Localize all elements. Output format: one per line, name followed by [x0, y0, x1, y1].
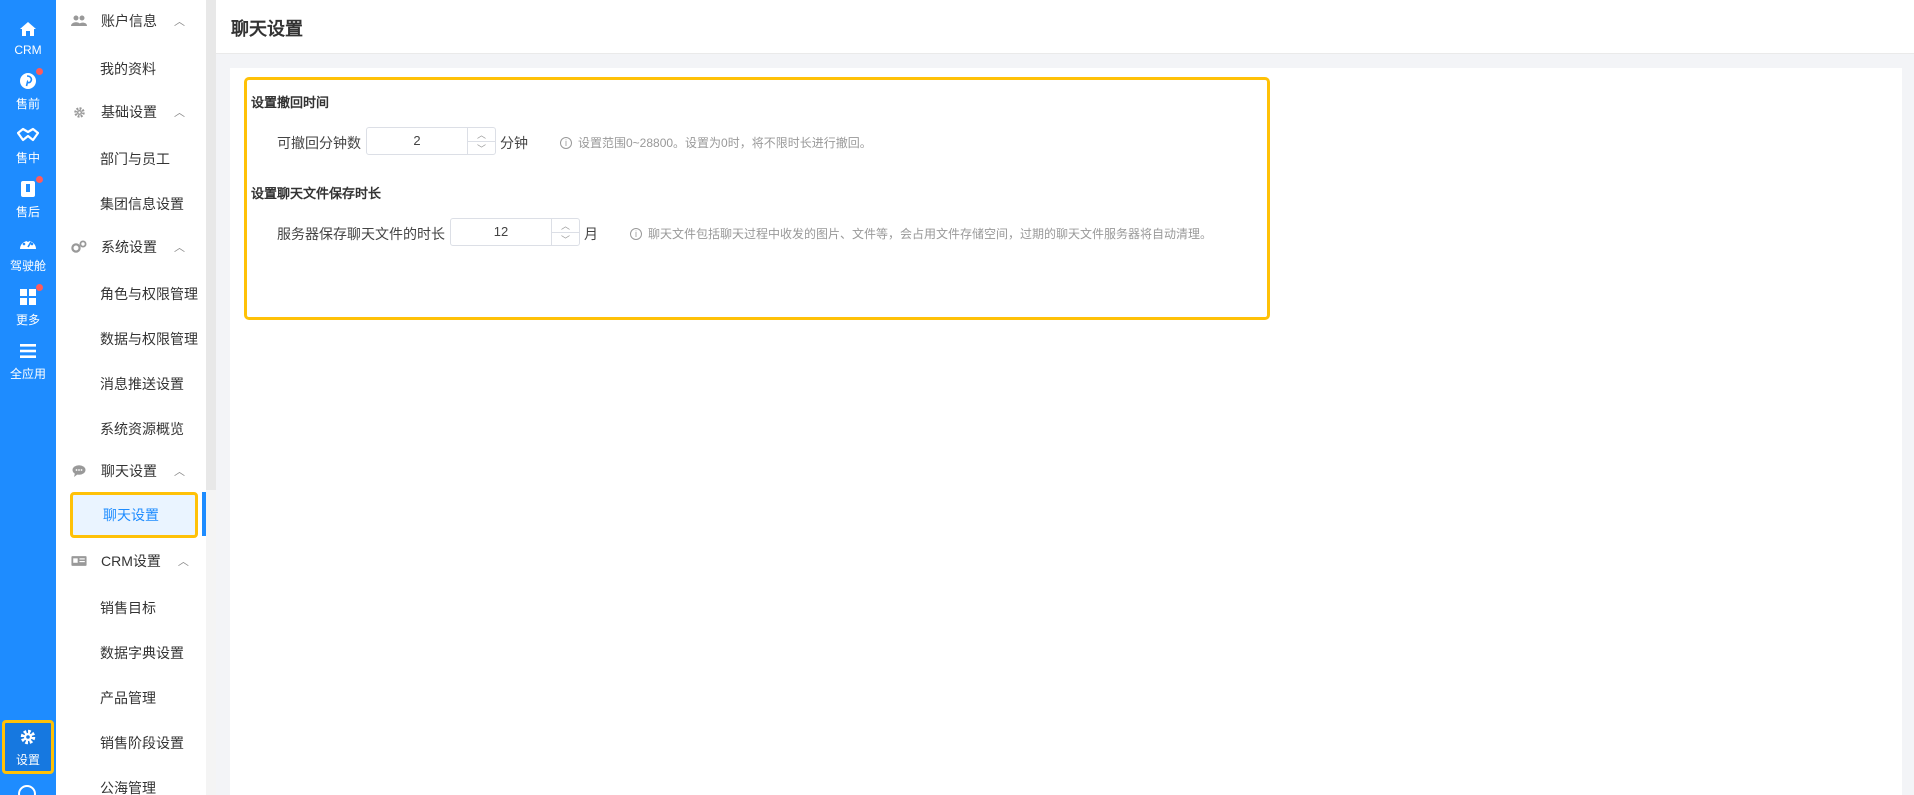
gear-icon: [17, 726, 39, 748]
rail-label: 售中: [15, 151, 40, 165]
rail-label: 设置: [15, 753, 40, 767]
left-rail: CRM 售前 售中 售后 驾驶舱 更多 全应用 设置: [0, 0, 56, 795]
recall-hint-text: 设置范围0~28800。设置为0时，将不限时长进行撤回。: [578, 136, 872, 150]
submenu-item-data-permissions[interactable]: 数据与权限管理: [100, 319, 198, 359]
chevron-up-icon: ︿: [177, 556, 189, 568]
settings-submenu: 账户信息 ︿ 我的资料 基础设置 ︿ 部门与员工 集团信息设置 系统设置 ︿ 角…: [56, 0, 216, 795]
rail-item-settings[interactable]: 设置: [2, 720, 54, 774]
rail-item-presale[interactable]: 售前: [0, 64, 56, 118]
users-icon: [71, 15, 87, 27]
increment-icon[interactable]: ︿: [468, 128, 495, 142]
rail-item-crm[interactable]: CRM: [0, 10, 56, 64]
group-label: 聊天设置: [101, 463, 157, 479]
rail-label: 更多: [15, 313, 40, 327]
rail-label: 售后: [15, 205, 40, 219]
page-title: 聊天设置: [231, 19, 303, 39]
gear-icon: [71, 106, 87, 119]
recall-minutes-label: 可撤回分钟数: [277, 135, 361, 151]
info-icon: i: [630, 227, 642, 240]
section-title-recall: 设置撤回时间: [251, 95, 330, 110]
id-card-icon: [71, 555, 87, 567]
chevron-up-icon: ︿: [174, 107, 185, 119]
file-retention-unit: 月: [584, 226, 598, 242]
stepper-buttons: ︿ ﹀: [467, 128, 495, 154]
section-title-file-retention: 设置聊天文件保存时长: [251, 186, 382, 201]
chevron-up-icon: ︿: [174, 242, 185, 254]
recall-hint: i 设置范围0~28800。设置为0时，将不限时长进行撤回。: [560, 134, 872, 151]
rail-label: 售前: [15, 97, 40, 111]
submenu-item-departments[interactable]: 部门与员工: [100, 139, 170, 179]
submenu-group-crm[interactable]: CRM设置 ︿: [56, 541, 206, 581]
decrement-icon[interactable]: ﹀: [468, 142, 495, 155]
gears-icon: [71, 240, 87, 254]
dashboard-icon: [17, 232, 39, 254]
pinterest-icon: [17, 68, 43, 92]
submenu-group-chat[interactable]: 聊天设置 ︿: [56, 451, 206, 491]
rail-label: 驾驶舱: [9, 259, 46, 273]
submenu-group-system[interactable]: 系统设置 ︿: [56, 227, 206, 267]
rail-item-more[interactable]: 更多: [0, 280, 56, 334]
chat-icon: [71, 465, 87, 477]
submenu-item-resources[interactable]: 系统资源概览: [100, 409, 184, 449]
page-header: 聊天设置: [216, 0, 1914, 54]
submenu-item-public-pool[interactable]: 公海管理: [100, 768, 156, 795]
submenu-scrollbar-thumb[interactable]: [206, 0, 216, 490]
handshake-icon: [17, 124, 39, 146]
info-icon: i: [560, 136, 572, 149]
file-retention-stepper[interactable]: 12 ︿ ﹀: [450, 218, 580, 246]
rail-item-all-apps[interactable]: 全应用: [0, 334, 56, 388]
home-icon: [17, 18, 39, 40]
notification-dot: [36, 284, 43, 291]
file-retention-hint: i 聊天文件包括聊天过程中收发的图片、文件等，会占用文件存储空间，过期的聊天文件…: [630, 225, 1212, 242]
submenu-item-my-profile[interactable]: 我的资料: [100, 49, 156, 89]
group-label: 基础设置: [101, 104, 157, 120]
chat-settings-highlight: [244, 77, 1270, 320]
group-label: CRM设置: [101, 553, 161, 569]
submenu-item-sales-stages[interactable]: 销售阶段设置: [100, 723, 184, 763]
submenu-item-roles[interactable]: 角色与权限管理: [100, 274, 198, 314]
rail-label: 全应用: [9, 367, 46, 381]
recall-minutes-value[interactable]: 2: [367, 128, 467, 154]
chevron-up-icon: ︿: [174, 466, 185, 478]
submenu-item-chat-settings[interactable]: 聊天设置: [70, 492, 198, 538]
rail-item-cockpit[interactable]: 驾驶舱: [0, 226, 56, 280]
chevron-up-icon: ︿: [174, 16, 185, 28]
grid-icon: [17, 284, 43, 308]
increment-icon[interactable]: ︿: [552, 219, 579, 233]
help-icon[interactable]: [18, 785, 36, 795]
submenu-item-products[interactable]: 产品管理: [100, 678, 156, 718]
submenu-item-push-settings[interactable]: 消息推送设置: [100, 364, 184, 404]
rail-item-insale[interactable]: 售中: [0, 118, 56, 172]
submenu-item-sales-target[interactable]: 销售目标: [100, 588, 156, 628]
notification-dot: [36, 68, 43, 75]
file-retention-label: 服务器保存聊天文件的时长: [277, 226, 445, 242]
active-indicator: [202, 492, 206, 536]
rail-item-aftersale[interactable]: 售后: [0, 172, 56, 226]
stepper-buttons: ︿ ﹀: [551, 219, 579, 245]
submenu-group-account[interactable]: 账户信息 ︿: [56, 1, 206, 41]
recall-unit: 分钟: [500, 135, 528, 151]
group-label: 账户信息: [101, 13, 157, 29]
submenu-item-data-dictionary[interactable]: 数据字典设置: [100, 633, 184, 673]
recall-minutes-stepper[interactable]: 2 ︿ ﹀: [366, 127, 496, 155]
document-icon: [17, 176, 43, 200]
submenu-group-basic[interactable]: 基础设置 ︿: [56, 92, 206, 132]
menu-icon: [17, 340, 39, 362]
decrement-icon[interactable]: ﹀: [552, 233, 579, 246]
group-label: 系统设置: [101, 239, 157, 255]
file-retention-value[interactable]: 12: [451, 219, 551, 245]
submenu-item-group-info[interactable]: 集团信息设置: [100, 184, 184, 224]
file-retention-hint-text: 聊天文件包括聊天过程中收发的图片、文件等，会占用文件存储空间，过期的聊天文件服务…: [648, 227, 1213, 241]
rail-label: CRM: [14, 42, 42, 57]
notification-dot: [36, 176, 43, 183]
